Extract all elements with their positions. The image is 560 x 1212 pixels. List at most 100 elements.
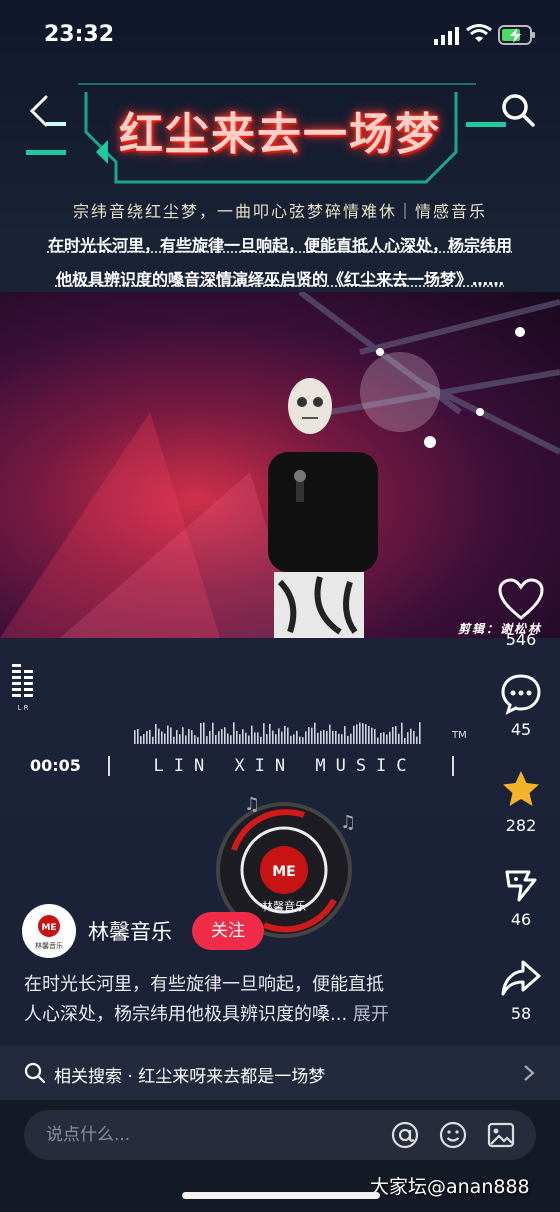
- share-button[interactable]: 58: [494, 956, 548, 1023]
- waveform-bar: [236, 730, 238, 744]
- wechat-share-button[interactable]: 46: [494, 862, 548, 929]
- waveform-bar: [374, 729, 376, 744]
- waveform-bar: [335, 730, 337, 744]
- wifi-icon: [466, 24, 492, 42]
- waveform-bar: [206, 736, 208, 744]
- follow-button[interactable]: 关注: [192, 912, 264, 950]
- waveform-bar: [323, 730, 325, 744]
- waveform-bar: [176, 730, 178, 744]
- audio-level-meter-icon: L R: [12, 664, 33, 712]
- waveform-bar: [194, 735, 196, 744]
- meter-label: L R: [18, 704, 29, 712]
- author-avatar[interactable]: ME 林馨音乐: [22, 904, 76, 958]
- signal-icon: [434, 27, 459, 45]
- waveform-bar: [164, 733, 166, 744]
- waveform-bar: [152, 736, 154, 744]
- waveform-bar: [401, 722, 403, 744]
- waveform-bar: [191, 730, 193, 744]
- waveform-bar: [299, 736, 301, 744]
- back-icon[interactable]: [26, 94, 52, 128]
- waveform-bar: [218, 731, 220, 744]
- avatar-logo-icon: ME 林馨音乐: [35, 915, 63, 950]
- waveform-bar: [143, 734, 145, 744]
- waveform-bar: [170, 727, 172, 744]
- waveform-bar: [332, 730, 334, 744]
- avatar-label: 林馨音乐: [35, 941, 63, 950]
- search-icon[interactable]: [500, 92, 536, 128]
- video-description[interactable]: 在时光长河里，有些旋律一旦响起，便能直抵 人心深处，杨宗纬用他极具辨识度的嗓..…: [24, 970, 444, 1030]
- divider-left: [108, 756, 110, 776]
- comment-button[interactable]: 45: [494, 672, 548, 739]
- disc-logo-mark: ME: [272, 864, 296, 880]
- waveform-bar: [134, 730, 136, 744]
- share-arrow-icon: [501, 960, 541, 996]
- waveform-bar: [221, 729, 223, 744]
- waveform-bar: [269, 723, 271, 744]
- waveform-bar: [413, 730, 415, 744]
- waveform-bar: [380, 732, 382, 744]
- waveform-bar: [257, 732, 259, 744]
- waveform-bar: [317, 732, 319, 744]
- favorite-button[interactable]: 282: [494, 768, 548, 835]
- waveform-bar: [407, 732, 409, 744]
- description-line-2-text: 人心深处，杨宗纬用他极具辨识度的嗓...: [24, 1004, 348, 1025]
- waveform-bar: [416, 736, 418, 744]
- waveform-bar: [161, 731, 163, 744]
- description-line-1: 在时光长河里，有些旋律一旦响起，便能直抵: [24, 974, 384, 995]
- waveform-bar: [359, 722, 361, 744]
- video-subtitle: 宗纬音绕红尘梦，一曲叩心弦梦碎情难休｜情感音乐: [72, 202, 487, 221]
- waveform-bar: [158, 728, 160, 744]
- waveform-bar: [293, 734, 295, 744]
- waveform-bar: [140, 736, 142, 744]
- image-icon[interactable]: [486, 1120, 516, 1150]
- waveform-bar: [146, 730, 148, 744]
- waveform-bar: [272, 730, 274, 744]
- video-title-overlay: 红尘来去一场梦: [119, 109, 441, 160]
- waveform-bar: [137, 729, 139, 744]
- waveform-bar: [245, 732, 247, 744]
- waveform-bar: [302, 737, 304, 744]
- like-heart-icon[interactable]: [496, 578, 546, 622]
- waveform-bar: [305, 731, 307, 744]
- share-count: 58: [510, 1004, 532, 1023]
- waveform-bar: [284, 725, 286, 744]
- brand-wordmark: LIN XIN MUSIC: [153, 756, 417, 776]
- at-mention-icon[interactable]: [390, 1120, 420, 1150]
- waveform-bar: [410, 728, 412, 744]
- music-note-icon: ♫: [244, 794, 260, 815]
- like-count: 546: [505, 630, 537, 649]
- waveform-bar: [278, 728, 280, 744]
- waveform-bar: [392, 727, 394, 744]
- waveform-bar: [344, 726, 346, 744]
- author-name[interactable]: 林馨音乐: [88, 916, 172, 946]
- waveform-bar: [203, 722, 205, 744]
- waveform-bar: [389, 731, 391, 744]
- waveform-bar: [296, 730, 298, 744]
- waveform-bar: [377, 737, 379, 744]
- waveform-bar: [188, 729, 190, 744]
- home-indicator[interactable]: [182, 1192, 380, 1199]
- waveform-bar: [281, 731, 283, 744]
- waveform-bar: [266, 734, 268, 744]
- status-time: 23:32: [44, 22, 115, 47]
- favorite-count: 282: [505, 816, 537, 835]
- expand-link[interactable]: 展开: [353, 1004, 389, 1025]
- waveform-bar: [197, 737, 199, 744]
- waveform-bar: [362, 723, 364, 744]
- emoji-icon[interactable]: [438, 1120, 468, 1150]
- star-icon: [503, 771, 539, 806]
- waveform-bar: [356, 724, 358, 744]
- comment-bubble-icon: [501, 674, 541, 715]
- waveform-bar: [230, 735, 232, 744]
- waveform-bar: [347, 735, 349, 744]
- trademark-label: TM: [452, 730, 467, 741]
- comment-bar: 大家坛@anan888: [0, 1100, 560, 1212]
- waveform-bar: [215, 734, 217, 744]
- waveform-bar: [179, 734, 181, 744]
- waveform-bar: [383, 732, 385, 744]
- waveform-bar: [212, 722, 214, 744]
- search-icon: [24, 1062, 46, 1084]
- waveform-bar: [395, 726, 397, 744]
- related-search-bar[interactable]: 相关搜索 · 红尘来呀来去都是一场梦: [0, 1046, 560, 1100]
- video-player[interactable]: [0, 292, 560, 638]
